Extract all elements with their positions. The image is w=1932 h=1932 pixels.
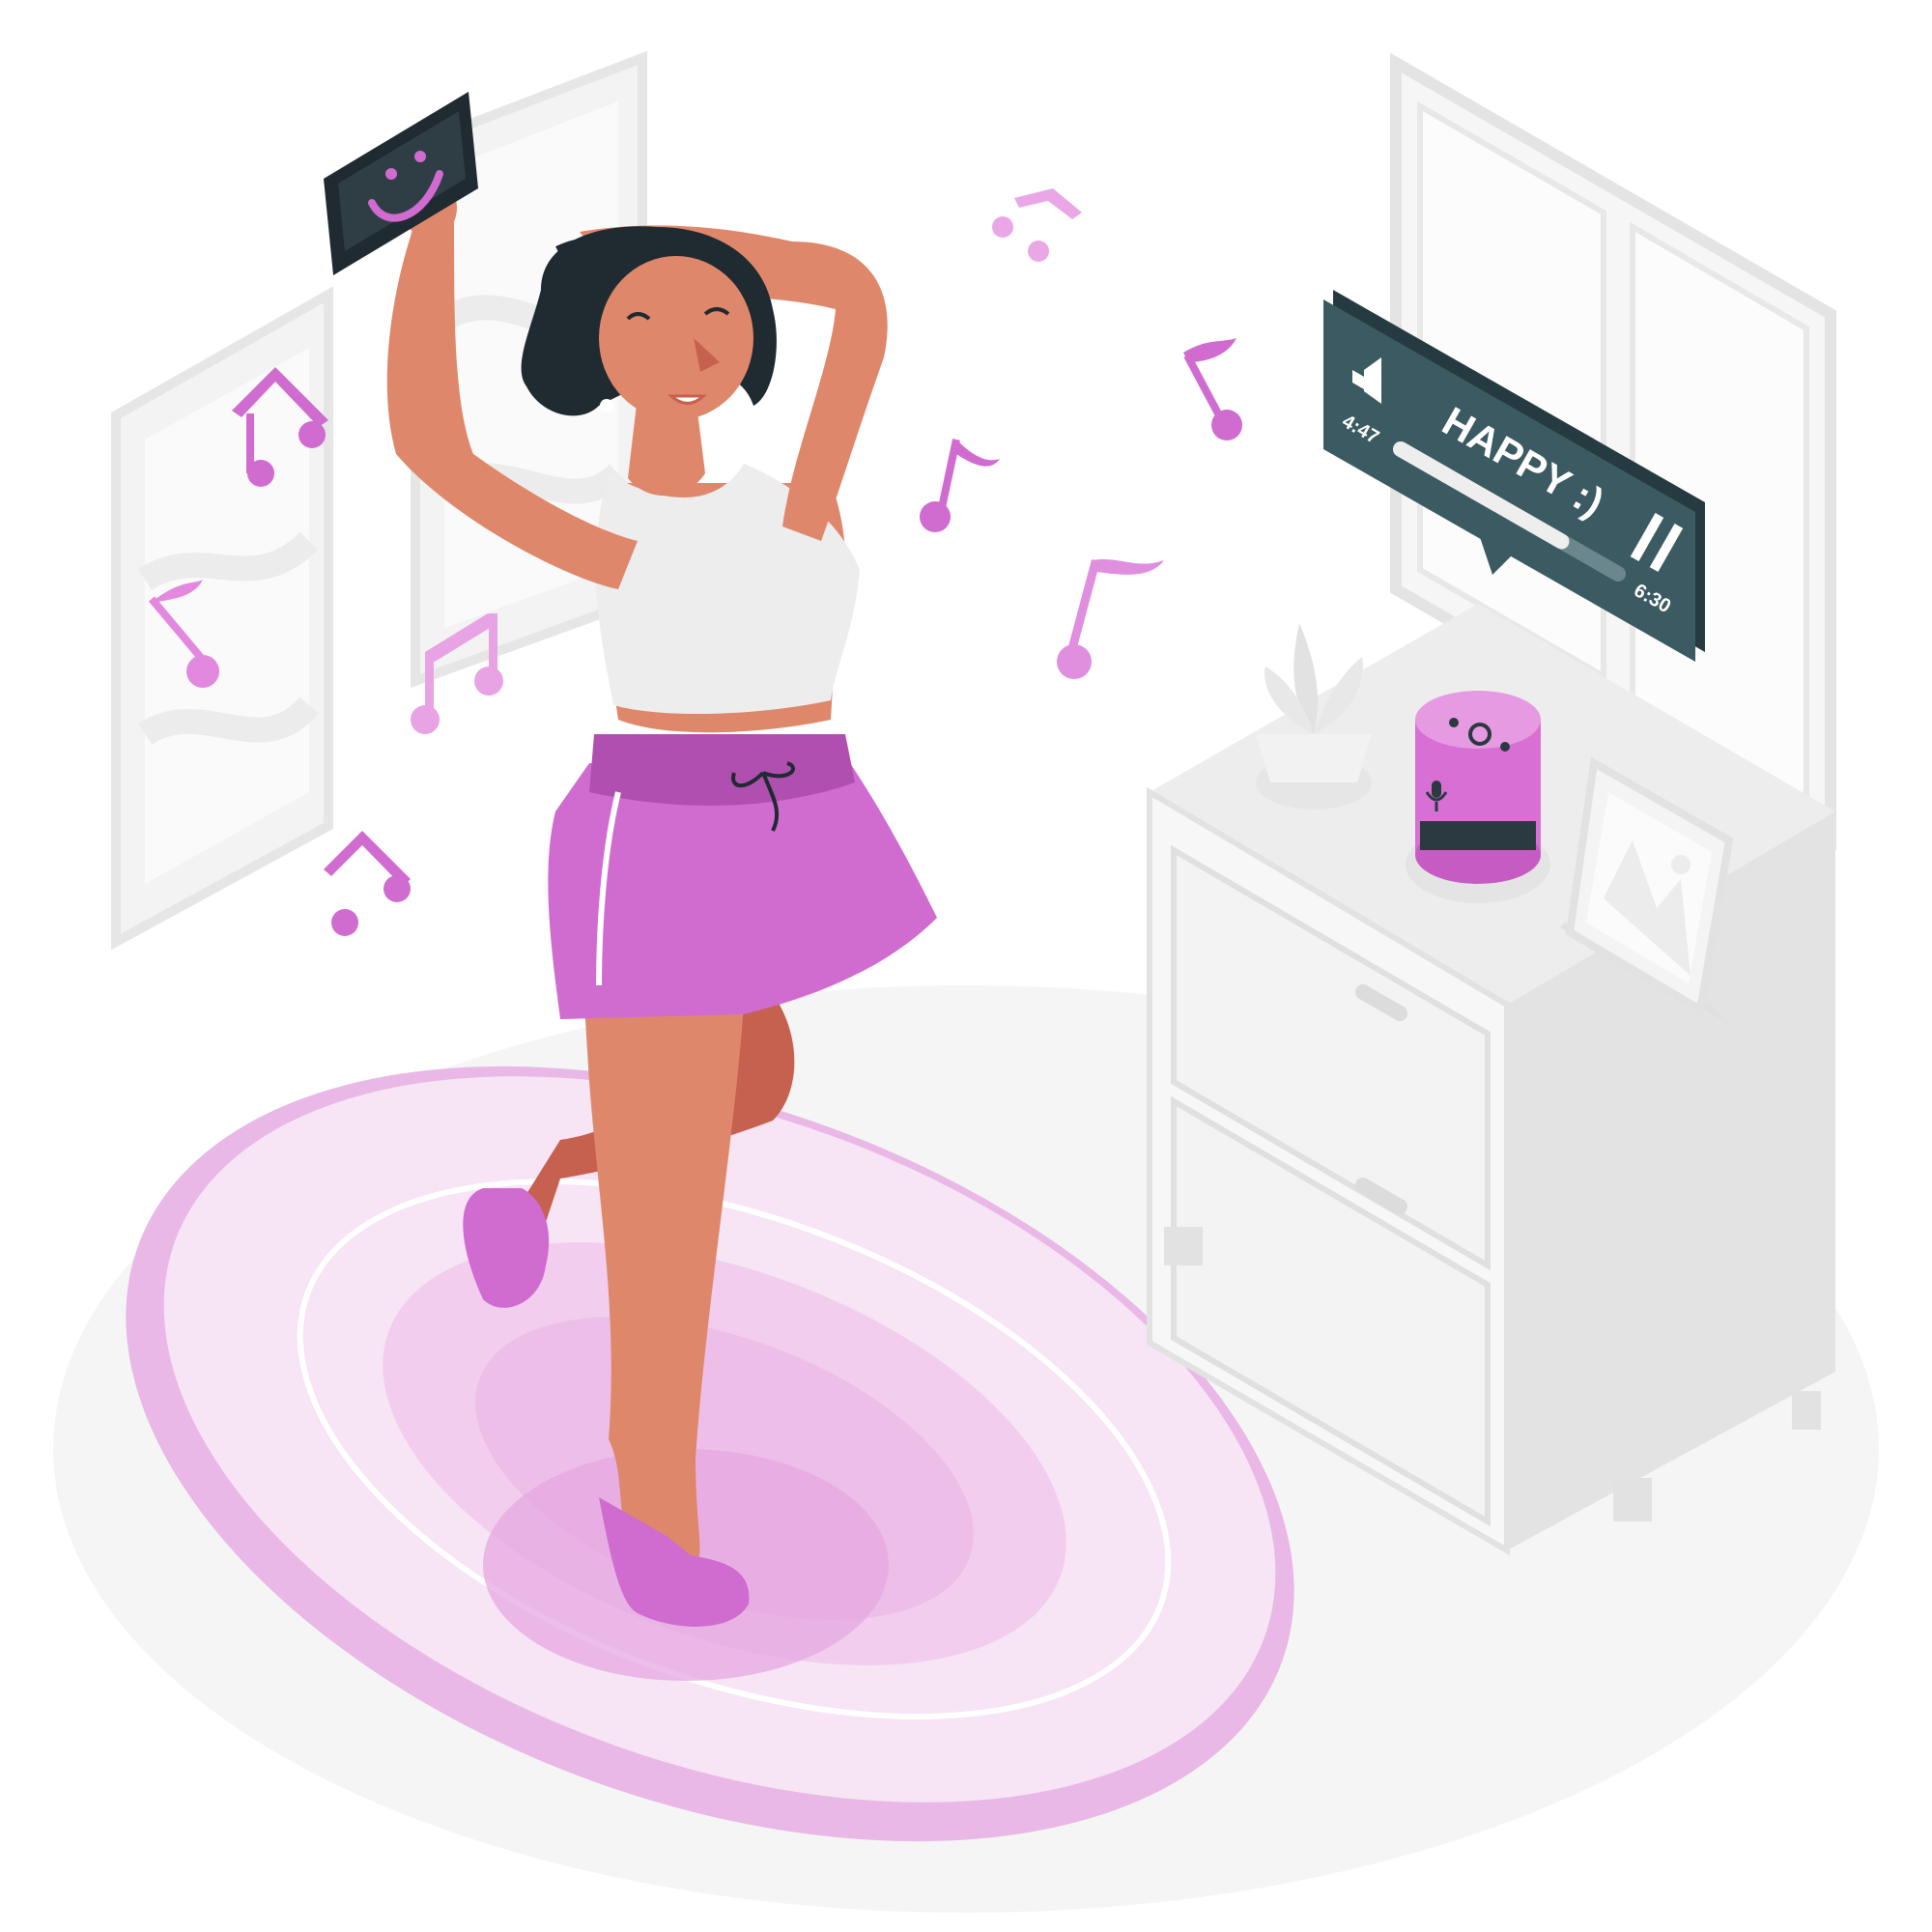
dancing-woman-illustration: HAPPY :) 4:47 6:30 (53, 50, 1879, 1913)
music-note-icon (1057, 558, 1164, 679)
music-note-icon (920, 439, 1000, 532)
smart-speaker (1406, 691, 1550, 903)
music-note-icon (992, 188, 1082, 262)
music-note-icon (1183, 338, 1242, 440)
music-note-icon (324, 831, 411, 936)
